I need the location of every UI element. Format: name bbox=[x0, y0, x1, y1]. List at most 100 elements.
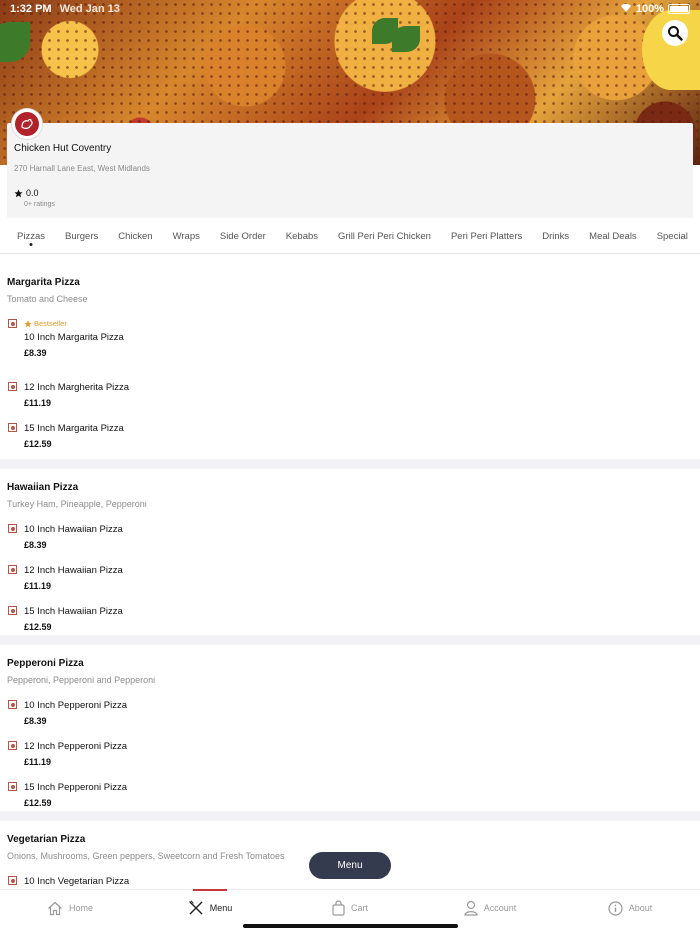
nav-menu[interactable]: Menu bbox=[140, 890, 280, 926]
tab-kebabs[interactable]: Kebabs bbox=[286, 226, 318, 242]
section-title: Pepperoni Pizza bbox=[7, 658, 84, 669]
item-name: 15 Inch Hawaiian Pizza bbox=[24, 606, 123, 617]
menu-item[interactable]: 12 Inch Hawaiian Pizza £11.19 bbox=[7, 565, 693, 591]
search-button[interactable] bbox=[662, 20, 688, 46]
section-divider bbox=[0, 811, 700, 821]
item-price: £8.39 bbox=[24, 716, 47, 726]
section-description: Pepperoni, Pepperoni and Pepperoni bbox=[7, 675, 156, 685]
section-divider bbox=[0, 635, 700, 645]
veg-marker-icon bbox=[8, 700, 17, 709]
battery-percent: 100% bbox=[635, 3, 664, 15]
category-tabs: Pizzas Burgers Chicken Wraps Side Order … bbox=[0, 226, 700, 254]
menu-item[interactable]: 10 Inch Pepperoni Pizza £8.39 bbox=[7, 700, 693, 726]
item-price: £11.19 bbox=[24, 398, 52, 408]
info-icon bbox=[608, 900, 623, 916]
menu-item[interactable]: Bestseller 10 Inch Margarita Pizza £8.39 bbox=[7, 319, 693, 358]
tab-chicken[interactable]: Chicken bbox=[118, 226, 152, 242]
item-name: 10 Inch Pepperoni Pizza bbox=[24, 700, 127, 711]
item-price: £11.19 bbox=[24, 581, 52, 591]
item-price: £12.59 bbox=[24, 622, 52, 632]
item-name: 15 Inch Pepperoni Pizza bbox=[24, 782, 127, 793]
veg-marker-icon bbox=[8, 876, 17, 885]
restaurant-address: 270 Harnall Lane East, West Midlands bbox=[14, 164, 150, 173]
tab-pizzas[interactable]: Pizzas bbox=[17, 226, 45, 242]
herb-leaf-decoration bbox=[392, 26, 420, 52]
tab-peri-peri-platters[interactable]: Peri Peri Platters bbox=[451, 226, 522, 242]
bestseller-label: Bestseller bbox=[34, 319, 67, 328]
item-name: 10 Inch Hawaiian Pizza bbox=[24, 524, 123, 535]
menu-item[interactable]: 15 Inch Hawaiian Pizza £12.59 bbox=[7, 606, 693, 632]
user-icon bbox=[464, 900, 478, 916]
veg-marker-icon bbox=[8, 565, 17, 574]
nav-cart-label: Cart bbox=[350, 903, 368, 913]
veg-marker-icon bbox=[8, 382, 17, 391]
star-icon bbox=[14, 188, 23, 197]
section-description: Turkey Ham, Pineapple, Pepperoni bbox=[7, 499, 147, 509]
bag-icon bbox=[332, 900, 345, 916]
tab-drinks[interactable]: Drinks bbox=[542, 226, 569, 242]
item-price: £12.59 bbox=[24, 798, 52, 808]
tab-wraps[interactable]: Wraps bbox=[173, 226, 200, 242]
wifi-icon bbox=[620, 3, 632, 15]
item-name: 15 Inch Margarita Pizza bbox=[24, 423, 124, 434]
item-name: 12 Inch Pepperoni Pizza bbox=[24, 741, 127, 752]
menu-item[interactable]: 12 Inch Pepperoni Pizza £11.19 bbox=[7, 741, 693, 767]
veg-marker-icon bbox=[8, 741, 17, 750]
rating-row: 0.0 bbox=[14, 188, 686, 198]
item-name: 12 Inch Margherita Pizza bbox=[24, 382, 130, 393]
home-icon bbox=[48, 901, 62, 915]
veg-marker-icon bbox=[8, 524, 17, 533]
nav-account[interactable]: Account bbox=[420, 890, 560, 926]
bestseller-badge: Bestseller bbox=[24, 319, 693, 328]
veg-marker-icon bbox=[8, 423, 17, 432]
status-date: Wed Jan 13 bbox=[59, 3, 120, 15]
item-price: £12.59 bbox=[24, 439, 52, 449]
item-name: 10 Inch Margarita Pizza bbox=[24, 332, 124, 343]
status-time: 1:32 PM bbox=[10, 3, 52, 15]
menu-section-pepperoni: Pepperoni Pizza Pepperoni, Pepperoni and… bbox=[0, 645, 700, 811]
menu-item[interactable]: 15 Inch Pepperoni Pizza £12.59 bbox=[7, 782, 693, 808]
menu-item[interactable]: 12 Inch Margherita Pizza £11.19 bbox=[7, 382, 693, 408]
status-bar: 1:32 PM Wed Jan 13 100% bbox=[0, 0, 700, 18]
rating-count: 0+ ratings bbox=[24, 201, 55, 208]
restaurant-info-card: Chicken Hut Coventry 270 Harnall Lane Ea… bbox=[7, 109, 693, 218]
section-divider bbox=[0, 459, 700, 469]
tab-grill-peri-peri-chicken[interactable]: Grill Peri Peri Chicken bbox=[338, 226, 431, 242]
menu-section-hawaiian: Hawaiian Pizza Turkey Ham, Pineapple, Pe… bbox=[0, 469, 700, 635]
nav-about-label: About bbox=[628, 903, 653, 913]
item-price: £11.19 bbox=[24, 757, 52, 767]
item-price: £8.39 bbox=[24, 348, 47, 358]
menu-item[interactable]: 10 Inch Hawaiian Pizza £8.39 bbox=[7, 524, 693, 550]
tab-special[interactable]: Special bbox=[657, 226, 688, 242]
herb-leaf-decoration bbox=[0, 22, 30, 62]
menu-list: Margarita Pizza Tomato and Cheese Bestse… bbox=[0, 255, 700, 891]
item-price: £8.39 bbox=[24, 540, 47, 550]
restaurant-logo bbox=[12, 109, 42, 139]
veg-marker-icon bbox=[8, 319, 17, 328]
section-title: Margarita Pizza bbox=[7, 277, 80, 288]
nav-cart[interactable]: Cart bbox=[280, 890, 420, 926]
battery-icon bbox=[668, 4, 690, 14]
restaurant-name: Chicken Hut Coventry bbox=[14, 143, 112, 154]
section-title: Hawaiian Pizza bbox=[7, 482, 79, 493]
rooster-logo-icon bbox=[21, 118, 33, 129]
menu-item[interactable]: 15 Inch Margarita Pizza £12.59 bbox=[7, 423, 693, 449]
menu-section-margarita: Margarita Pizza Tomato and Cheese Bestse… bbox=[0, 255, 700, 459]
search-icon bbox=[668, 26, 683, 41]
section-description: Tomato and Cheese bbox=[7, 294, 88, 304]
nav-about[interactable]: About bbox=[560, 890, 700, 926]
tab-side-order[interactable]: Side Order bbox=[220, 226, 266, 242]
utensils-icon bbox=[188, 900, 203, 915]
nav-account-label: Account bbox=[483, 903, 517, 913]
nav-home-label: Home bbox=[68, 903, 93, 913]
tab-burgers[interactable]: Burgers bbox=[65, 226, 98, 242]
nav-menu-label: Menu bbox=[209, 903, 233, 913]
item-name: 12 Inch Hawaiian Pizza bbox=[24, 565, 123, 576]
rating-value: 0.0 bbox=[26, 188, 39, 198]
nav-home[interactable]: Home bbox=[0, 890, 140, 926]
tab-meal-deals[interactable]: Meal Deals bbox=[589, 226, 637, 242]
floating-menu-button[interactable]: Menu bbox=[309, 852, 391, 879]
bestseller-star-icon bbox=[24, 319, 32, 327]
veg-marker-icon bbox=[8, 782, 17, 791]
home-indicator bbox=[243, 924, 458, 928]
